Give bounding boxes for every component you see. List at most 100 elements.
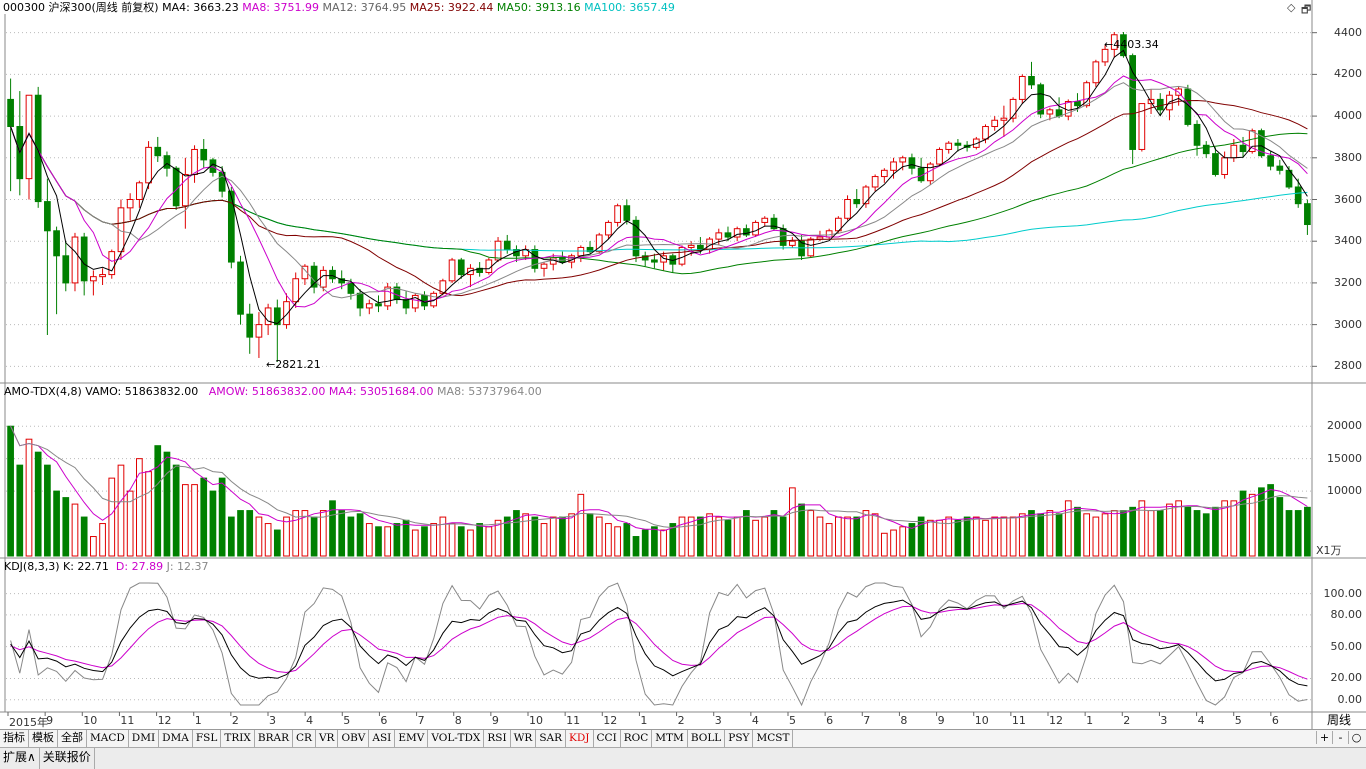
volume-bar: [227, 516, 235, 557]
candle-body: [825, 230, 833, 238]
stock-code: 000300: [3, 1, 45, 14]
tab-emv[interactable]: EMV: [395, 730, 429, 747]
volume-bar: [513, 510, 520, 557]
tab-sar[interactable]: SAR: [536, 730, 567, 747]
tab-roc[interactable]: ROC: [621, 730, 653, 747]
volume-bar: [1184, 506, 1192, 557]
tab-vr[interactable]: VR: [316, 730, 339, 747]
x-tick-label: 2: [231, 714, 239, 727]
ma4-value: MA4: 3663.23: [162, 1, 239, 14]
reset-button[interactable]: ○: [1348, 731, 1364, 744]
volume-bar: [467, 529, 474, 557]
volume-bar: [172, 464, 180, 557]
candle-body: [816, 236, 824, 240]
kdj-d-value: D: 27.89: [115, 560, 164, 573]
tab-模板[interactable]: 模板: [29, 730, 58, 747]
volume-bar: [347, 516, 355, 557]
candle-body: [53, 230, 60, 257]
tab-cr[interactable]: CR: [293, 730, 316, 747]
candle-body: [154, 146, 162, 157]
candle-body: [540, 263, 548, 269]
volume-bar: [365, 523, 373, 557]
tab-cci[interactable]: CCI: [594, 730, 621, 747]
related-quotes-button[interactable]: 关联报价: [40, 748, 95, 769]
bottom-bar: 扩展∧ 关联报价: [0, 747, 1366, 769]
candle-body: [724, 232, 732, 238]
candle-body: [62, 255, 70, 284]
volume-bar: [733, 516, 741, 557]
volume-bar: [191, 484, 198, 557]
tab-指标[interactable]: 指标: [0, 730, 29, 747]
volume-bar: [816, 516, 824, 557]
kdj-tick-label: 80.00: [1330, 607, 1363, 621]
main-chart[interactable]: [0, 0, 1366, 729]
x-tick-label: 11: [566, 714, 581, 727]
price-tick-label: 4000: [1334, 109, 1362, 123]
period-label: 周线: [1327, 713, 1352, 727]
volume-bar: [1212, 506, 1219, 557]
volume-bar: [706, 513, 713, 557]
volume-bar: [1221, 500, 1228, 557]
volume-bar: [1028, 510, 1035, 557]
volume-bar: [1101, 513, 1109, 557]
volume-bar: [1046, 510, 1054, 557]
volume-bar: [926, 519, 934, 557]
volume-bar: [430, 523, 438, 557]
tab-fsl[interactable]: FSL: [193, 730, 222, 747]
tab-psy[interactable]: PSY: [725, 730, 754, 747]
tab-rsi[interactable]: RSI: [484, 730, 511, 747]
volume-bar: [1037, 513, 1045, 557]
tab-brar[interactable]: BRAR: [255, 730, 294, 747]
tab-trix[interactable]: TRIX: [221, 730, 255, 747]
volume-bar: [62, 497, 70, 557]
volume-bar: [310, 516, 318, 557]
tab-boll[interactable]: BOLL: [688, 730, 726, 747]
candle-body: [862, 186, 870, 205]
x-tick-label: 1: [194, 714, 202, 727]
candle-body: [163, 155, 171, 169]
volume-bar: [678, 516, 686, 557]
volume-bar: [963, 516, 971, 557]
kdj-title: KDJ(8,3,3): [4, 560, 60, 573]
candle-body: [844, 199, 851, 219]
expand-button[interactable]: 扩展∧: [0, 748, 40, 769]
x-tick-label: 9: [46, 714, 54, 727]
volume-bar: [936, 519, 943, 557]
volume-tick-label: 10000: [1327, 484, 1362, 498]
volume-bar: [614, 526, 621, 557]
candle-body: [605, 221, 612, 236]
restore-icon[interactable]: 🗗: [1301, 1, 1311, 20]
volume-bar: [71, 503, 79, 557]
ma8-line: [10, 75, 1308, 308]
volume-bar: [899, 526, 907, 557]
ma25-value: MA25: 3922.44: [409, 1, 494, 14]
tab-kdj[interactable]: KDJ: [566, 730, 594, 747]
candle-body: [503, 240, 511, 251]
candle-body: [1092, 61, 1100, 84]
volume-bar: [181, 484, 189, 557]
zoom-out-button[interactable]: -: [1332, 731, 1348, 744]
diamond-icon[interactable]: ◇: [1287, 1, 1295, 14]
volume-bar: [439, 516, 447, 557]
x-tick-label: 6: [380, 714, 388, 727]
tab-macd[interactable]: MACD: [87, 730, 129, 747]
x-tick-label: 6: [1271, 714, 1279, 727]
tab-dma[interactable]: DMA: [159, 730, 193, 747]
volume-bar: [1083, 513, 1091, 557]
tab-mtm[interactable]: MTM: [652, 730, 688, 747]
candle-body: [34, 94, 42, 203]
tab-全部[interactable]: 全部: [58, 730, 87, 747]
tab-vol-tdx[interactable]: VOL-TDX: [428, 730, 485, 747]
volume-bar: [917, 516, 925, 557]
tab-dmi[interactable]: DMI: [129, 730, 160, 747]
candle-body: [1193, 123, 1201, 146]
tab-mcst[interactable]: MCST: [753, 730, 794, 747]
zoom-in-button[interactable]: +: [1316, 731, 1332, 744]
low-price-label: ←2821.21: [266, 358, 321, 371]
volume-bar: [457, 526, 465, 557]
tab-wr[interactable]: WR: [511, 730, 537, 747]
tab-asi[interactable]: ASI: [369, 730, 396, 747]
tab-obv[interactable]: OBV: [338, 730, 370, 747]
price-tick-label: 3800: [1334, 150, 1362, 164]
candle-body: [936, 148, 943, 165]
